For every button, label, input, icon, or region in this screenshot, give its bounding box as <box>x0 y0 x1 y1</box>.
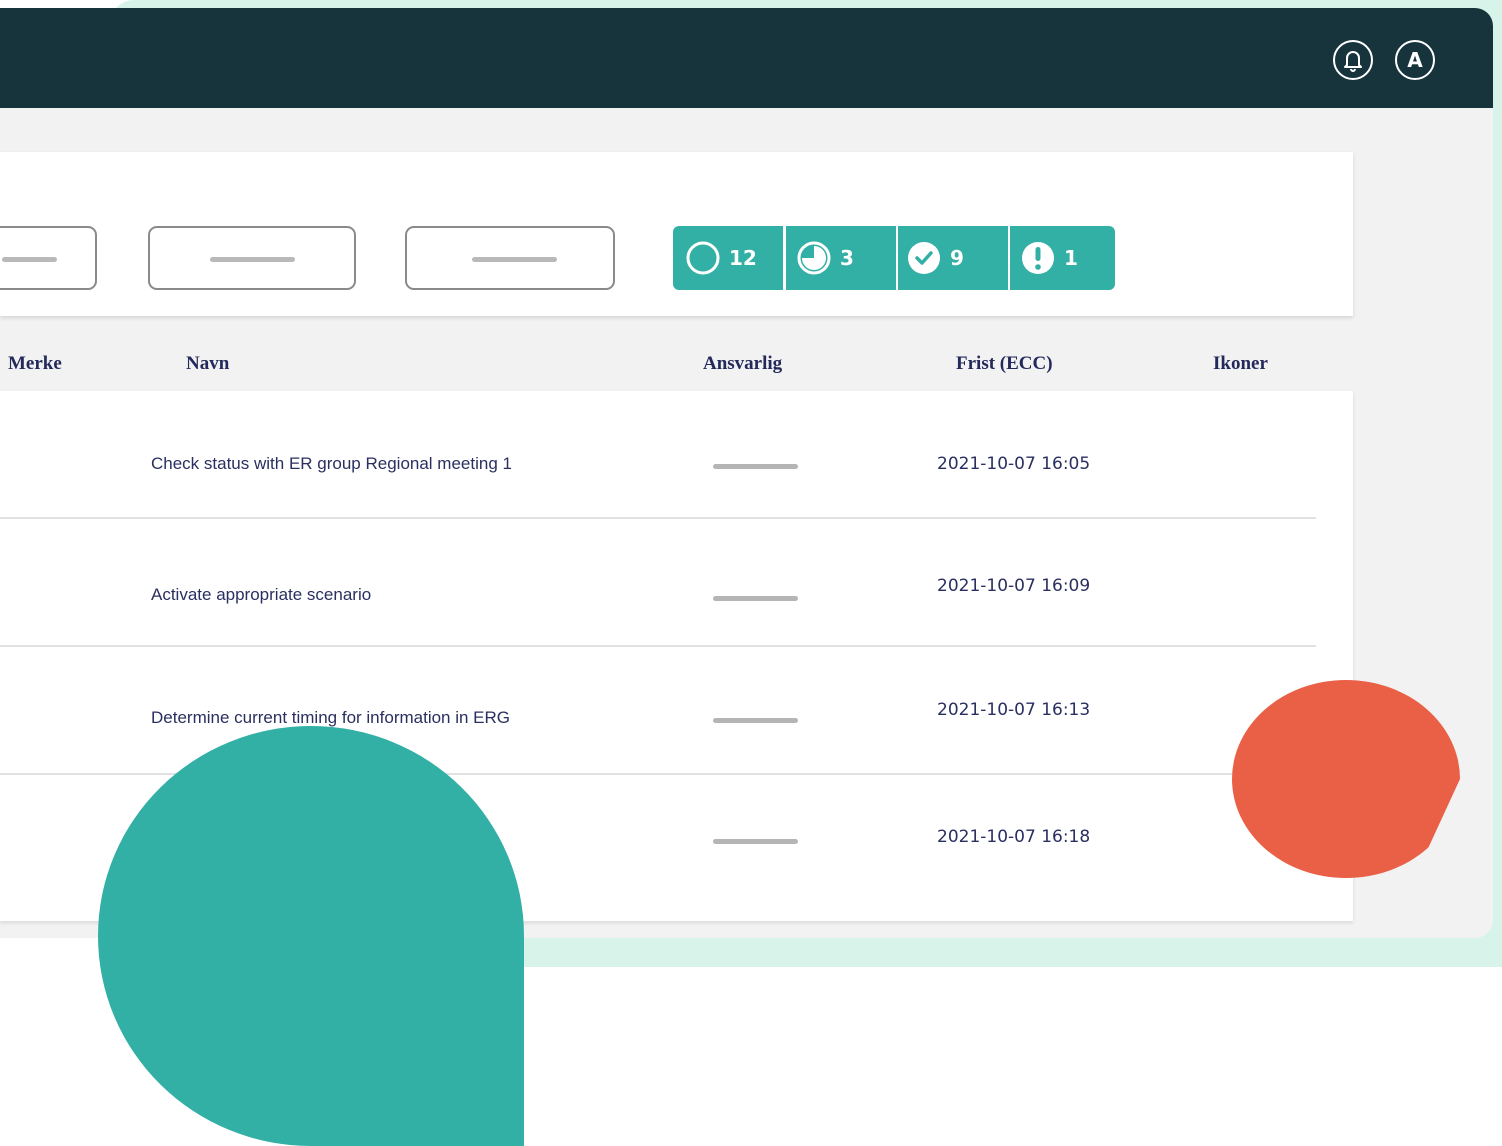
table-row[interactable]: Check status with ER group Regional meet… <box>0 391 1316 519</box>
filter-dropdown-3[interactable] <box>405 226 615 290</box>
task-name: Determine current timing for information… <box>151 708 511 727</box>
check-circle-icon <box>908 242 940 274</box>
filter-dropdown-1[interactable] <box>0 226 97 290</box>
column-header-merke[interactable]: Merke <box>8 353 62 375</box>
pie-clock-icon <box>797 241 831 275</box>
deadline: 2021-10-07 16:05 <box>937 454 1091 474</box>
decorative-orange-blob <box>1232 680 1460 878</box>
column-header-navn[interactable]: Navn <box>186 353 229 375</box>
table-row[interactable]: Determine current timing for information… <box>0 647 1316 775</box>
status-count: 9 <box>950 246 964 270</box>
placeholder-dash <box>2 257 57 262</box>
status-chip-alert[interactable]: 1 <box>1010 226 1115 290</box>
status-count: 12 <box>729 246 757 270</box>
task-name: Activate appropriate scenario <box>151 585 372 604</box>
placeholder-dash <box>210 257 295 262</box>
responsible-placeholder <box>713 718 798 723</box>
responsible-placeholder <box>713 839 798 844</box>
column-header-frist[interactable]: Frist (ECC) <box>956 353 1053 375</box>
status-chip-open[interactable]: 12 <box>673 226 783 290</box>
status-count: 3 <box>840 246 854 270</box>
filter-panel: 12 3 9 1 <box>0 152 1353 316</box>
decorative-teal-blob <box>98 726 524 1146</box>
responsible-placeholder <box>713 464 798 469</box>
status-chip-in-progress[interactable]: 3 <box>786 226 896 290</box>
exclamation-icon <box>1022 242 1054 274</box>
status-chip-done[interactable]: 9 <box>898 226 1008 290</box>
task-name: Check status with ER group Regional meet… <box>151 454 512 473</box>
table-row[interactable]: Activate appropriate scenario 2021-10-07… <box>0 519 1316 647</box>
avatar[interactable]: A <box>1395 40 1435 80</box>
column-header-ansvarlig[interactable]: Ansvarlig <box>703 353 782 375</box>
placeholder-dash <box>472 257 557 262</box>
deadline: 2021-10-07 16:18 <box>937 827 1091 847</box>
filter-dropdown-2[interactable] <box>148 226 356 290</box>
circle-open-icon <box>686 241 720 275</box>
column-header-ikoner[interactable]: Ikoner <box>1213 353 1268 375</box>
bell-icon[interactable] <box>1333 40 1373 80</box>
deadline: 2021-10-07 16:09 <box>937 576 1091 596</box>
responsible-placeholder <box>713 596 798 601</box>
deadline: 2021-10-07 16:13 <box>937 700 1091 720</box>
top-bar: A <box>0 8 1493 108</box>
status-count: 1 <box>1064 246 1078 270</box>
